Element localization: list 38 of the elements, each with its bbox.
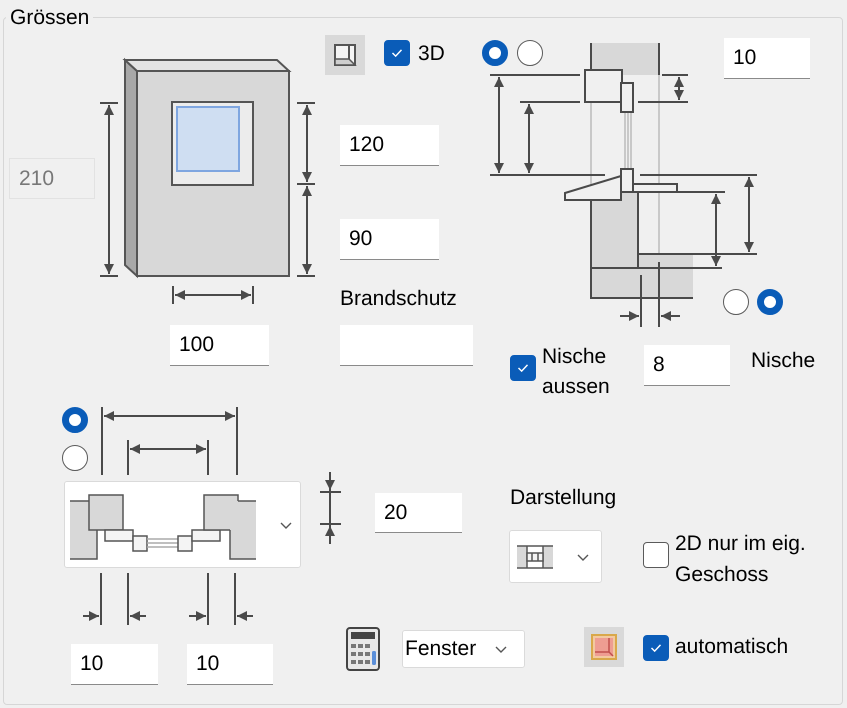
input-field[interactable]	[340, 325, 473, 366]
radio-button[interactable]	[723, 289, 749, 315]
field-label: Darstellung	[510, 486, 616, 510]
input-field[interactable]: 10	[71, 644, 158, 685]
checkbox-label: Nische aussen	[542, 344, 611, 400]
color-swatch-icon	[590, 633, 618, 661]
input-field[interactable]: 10	[187, 644, 273, 685]
profile-dropdown[interactable]	[64, 481, 301, 568]
window-frame-icon	[332, 42, 358, 68]
chevron-down-icon	[576, 552, 590, 562]
checkbox[interactable]	[643, 635, 669, 661]
input-field[interactable]: 8	[644, 345, 730, 386]
chevron-down-icon	[494, 644, 508, 654]
checkbox[interactable]	[643, 542, 669, 568]
radio-button[interactable]	[62, 445, 88, 471]
field-label: Nische	[751, 349, 816, 373]
material-color-button[interactable]	[584, 627, 624, 667]
checkbox[interactable]	[510, 355, 536, 381]
checkbox-label: 2D nur im eig. Geschoss	[675, 531, 807, 588]
radio-button[interactable]	[757, 289, 783, 315]
radio-button[interactable]	[482, 40, 508, 66]
input-field[interactable]: 20	[375, 493, 462, 533]
checkbox[interactable]	[384, 40, 410, 66]
radio-button[interactable]	[517, 40, 543, 66]
type-dropdown[interactable]: Fenster	[402, 630, 525, 668]
radio-button[interactable]	[62, 407, 88, 433]
display-dropdown[interactable]	[509, 530, 602, 583]
checkbox-label: automatisch	[675, 635, 788, 659]
input-field[interactable]: 120	[340, 125, 439, 166]
input-field[interactable]: 100	[170, 325, 269, 366]
offset-dimension-drawing	[186, 570, 256, 628]
checkbox-label: 3D	[418, 42, 445, 66]
input-field[interactable]: 10	[724, 38, 810, 79]
input-field[interactable]: 90	[340, 219, 439, 260]
calculator-icon[interactable]	[346, 627, 380, 671]
chevron-down-icon	[279, 520, 293, 530]
field-label: Brandschutz	[340, 287, 457, 311]
window-view-button[interactable]	[325, 35, 365, 75]
